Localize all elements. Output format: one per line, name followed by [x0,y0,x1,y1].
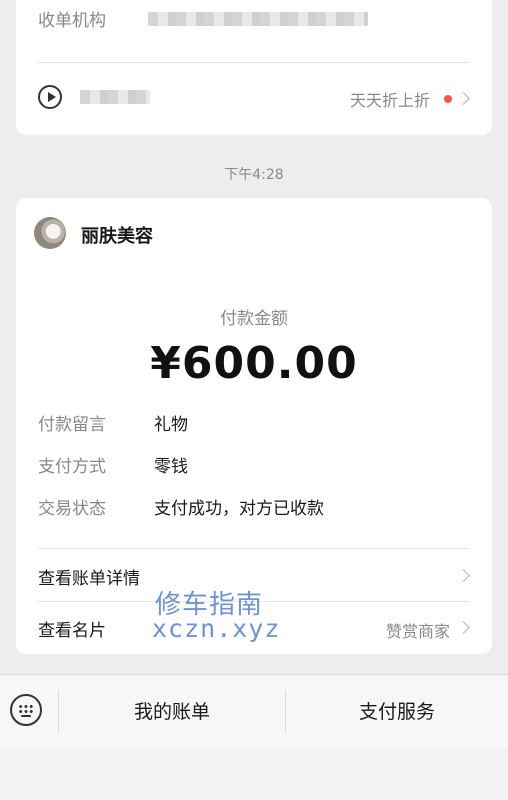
acquirer-label: 收单机构 [38,11,106,31]
watermark-url: xczn.xyz [152,614,281,643]
chevron-right-icon [457,92,470,105]
promo-title-blurred [80,90,150,104]
detail-label: 交易状态 [38,499,106,519]
top-card: 收单机构 天天折上折 [16,0,492,135]
merchant-avatar [34,217,66,249]
amount-label: 付款金额 [220,309,288,329]
merchant-header[interactable]: 丽肤美容 [34,214,474,254]
detail-value: 零钱 [154,457,188,477]
my-bill-button[interactable]: 我的账单 [59,697,285,724]
promo-link-label: 天天折上折 [349,91,430,110]
bottom-bar: 我的账单 支付服务 [0,674,508,749]
red-dot-badge [444,95,452,103]
merchant-name: 丽肤美容 [81,226,153,247]
acquirer-name-blurred [148,12,368,26]
pay-service-button[interactable]: 支付服务 [286,697,508,724]
detail-label: 支付方式 [38,457,106,477]
view-card-label: 查看名片 [38,621,106,641]
keyboard-icon[interactable] [10,694,42,726]
view-bill-details-label: 查看账单详情 [38,569,140,589]
chevron-right-icon [457,621,470,634]
detail-value: 礼物 [154,415,188,435]
detail-label: 付款留言 [38,415,106,435]
promo-row[interactable]: 天天折上折 [16,68,492,128]
divider [38,62,470,63]
detail-value: 支付成功，对方已收款 [154,499,324,519]
chevron-right-icon [457,569,470,582]
message-timestamp: 下午4:28 [224,167,284,183]
play-circle-icon [38,85,62,109]
bottom-area [0,749,508,800]
amount-value: ¥600.00 [150,338,358,389]
tip-merchant-link[interactable]: 赞赏商家 [386,618,450,642]
